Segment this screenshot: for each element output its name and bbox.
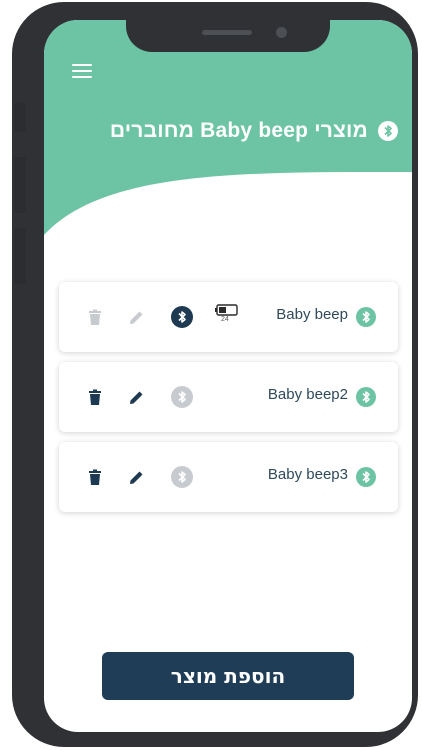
bluetooth-connected-icon[interactable] bbox=[169, 304, 195, 330]
pencil-icon[interactable] bbox=[123, 464, 149, 490]
menu-icon[interactable] bbox=[72, 64, 92, 78]
pencil-icon[interactable] bbox=[123, 304, 149, 330]
device-name: Baby beep2 bbox=[267, 386, 348, 403]
device-name: Baby beep3 bbox=[267, 466, 348, 483]
pencil-icon[interactable] bbox=[123, 384, 149, 410]
bluetooth-disconnected-icon[interactable] bbox=[169, 384, 195, 410]
device-name: Baby beep bbox=[276, 306, 348, 323]
bluetooth-icon bbox=[356, 307, 376, 327]
bluetooth-disconnected-icon[interactable] bbox=[169, 464, 195, 490]
device-card[interactable]: Baby beep3 bbox=[59, 442, 398, 512]
device-card[interactable]: Baby beep2 bbox=[59, 362, 398, 432]
phone-speaker bbox=[202, 30, 252, 35]
phone-frame: מוצרי Baby beep מחוברים 24 Baby beep Bab… bbox=[12, 2, 418, 747]
device-card[interactable]: 24 Baby beep bbox=[59, 282, 398, 352]
battery-level: 24 bbox=[221, 316, 229, 323]
trash-icon[interactable] bbox=[82, 464, 108, 490]
phone-camera bbox=[276, 27, 287, 38]
page-title: מוצרי Baby beep מחוברים bbox=[109, 119, 368, 142]
app-screen: מוצרי Baby beep מחוברים 24 Baby beep Bab… bbox=[44, 20, 412, 732]
add-product-button[interactable]: הוספת מוצר bbox=[102, 652, 354, 700]
phone-side-button-volume-down bbox=[14, 228, 26, 284]
phone-side-button-mute bbox=[14, 102, 26, 132]
phone-notch bbox=[126, 4, 330, 52]
bluetooth-icon bbox=[356, 387, 376, 407]
header-title-row: מוצרי Baby beep מחוברים bbox=[44, 116, 412, 146]
phone-side-button-volume-up bbox=[14, 157, 26, 213]
bluetooth-icon bbox=[356, 467, 376, 487]
trash-icon[interactable] bbox=[82, 384, 108, 410]
trash-icon[interactable] bbox=[82, 304, 108, 330]
battery-icon: 24 bbox=[214, 303, 242, 329]
bluetooth-icon bbox=[378, 121, 398, 141]
